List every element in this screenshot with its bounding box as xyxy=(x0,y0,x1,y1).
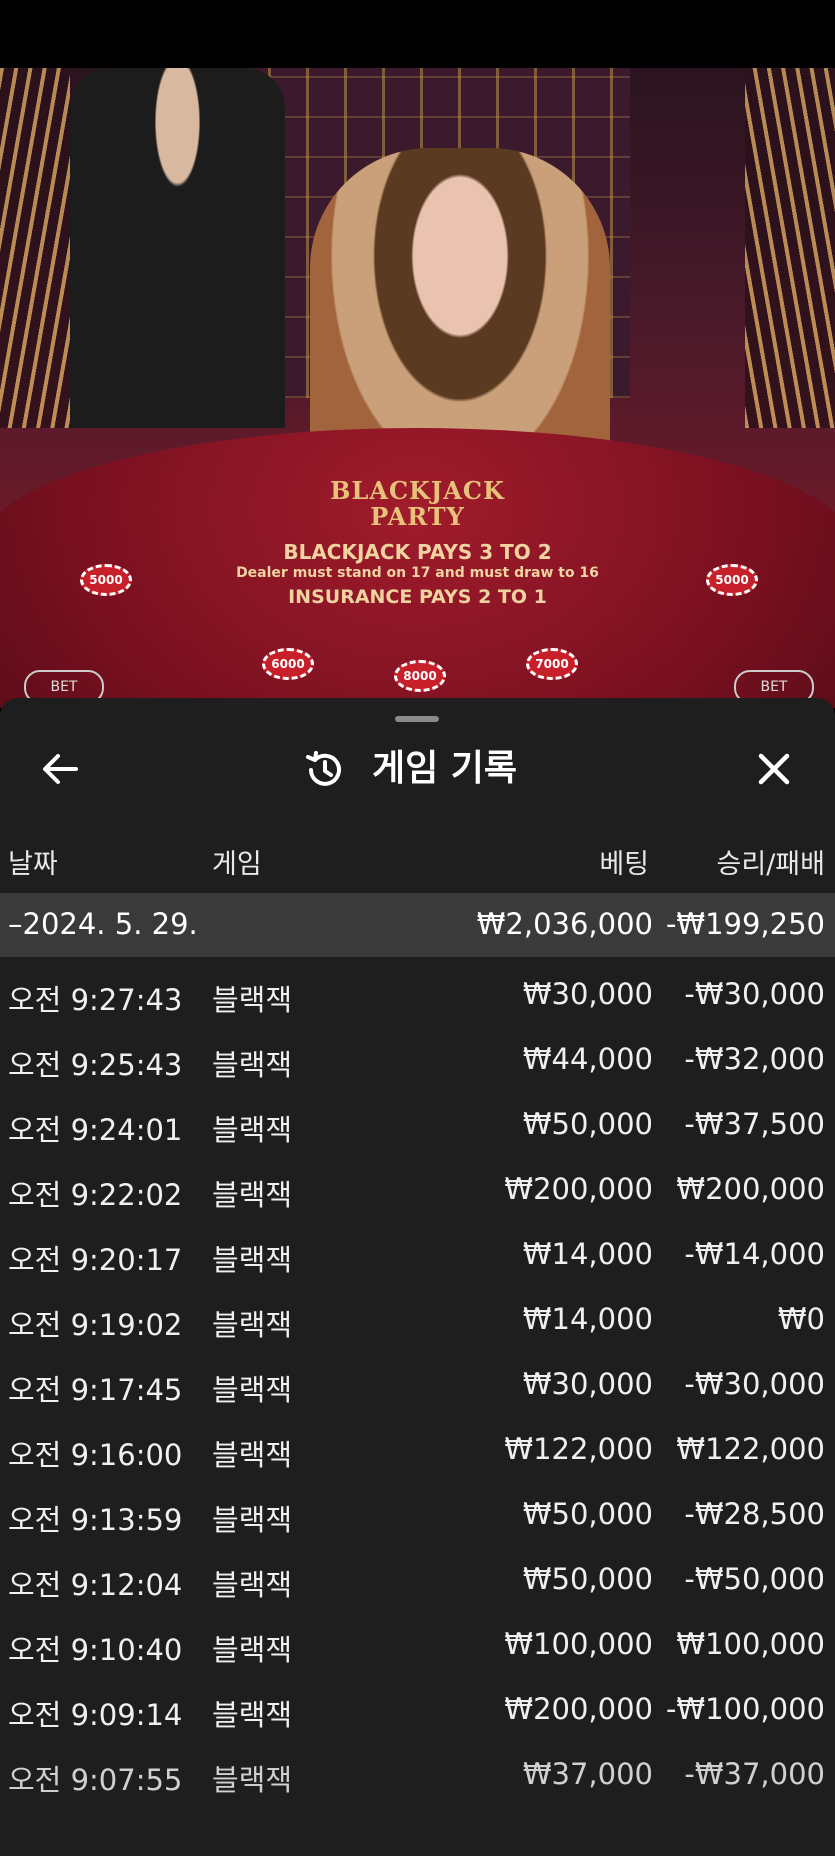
status-bar xyxy=(0,0,835,68)
row-game: 블랙잭 xyxy=(212,1048,293,1082)
history-list: 오전 9:27:43 블랙잭 ₩30,000 -₩30,000 오전 9:25:… xyxy=(0,963,835,1808)
row-time: 오전 9:12:04 xyxy=(8,1568,183,1602)
row-time: 오전 9:22:02 xyxy=(8,1178,183,1212)
row-game: 블랙잭 xyxy=(212,1113,293,1147)
row-game: 블랙잭 xyxy=(212,1633,293,1667)
table-row[interactable]: 오전 9:22:02 블랙잭 ₩200,000 ₩200,000 xyxy=(0,1158,835,1223)
row-bet: ₩14,000 xyxy=(522,1237,653,1271)
arrow-left-icon[interactable] xyxy=(38,747,82,791)
table-row[interactable]: 오전 9:20:17 블랙잭 ₩14,000 -₩14,000 xyxy=(0,1223,835,1288)
row-result: -₩14,000 xyxy=(684,1237,825,1271)
column-bet: 베팅 xyxy=(599,849,649,880)
row-result: -₩100,000 xyxy=(665,1692,825,1726)
row-bet: ₩37,000 xyxy=(522,1757,653,1791)
column-game: 게임 xyxy=(212,849,262,880)
row-bet: ₩50,000 xyxy=(522,1497,653,1531)
table-row[interactable]: 오전 9:07:55 블랙잭 ₩37,000 -₩37,000 xyxy=(0,1743,835,1808)
payout-text: BLACKJACK PAYS 3 TO 2 xyxy=(283,540,552,564)
chip-7000: 7000 xyxy=(526,648,578,680)
row-time: 오전 9:19:02 xyxy=(8,1308,183,1342)
table-row[interactable]: 오전 9:13:59 블랙잭 ₩50,000 -₩28,500 xyxy=(0,1483,835,1548)
table-logo: BLACKJACK PARTY xyxy=(330,476,505,531)
table-row[interactable]: 오전 9:16:00 블랙잭 ₩122,000 ₩122,000 xyxy=(0,1418,835,1483)
row-bet: ₩50,000 xyxy=(522,1107,653,1141)
date-group-total-result: -₩199,250 xyxy=(665,907,825,941)
row-bet: ₩30,000 xyxy=(522,977,653,1011)
table-row[interactable]: 오전 9:24:01 블랙잭 ₩50,000 -₩37,500 xyxy=(0,1093,835,1158)
column-headers: 날짜 게임 베팅 승리/패배 xyxy=(0,828,835,888)
history-clock-icon xyxy=(304,749,346,791)
page-title: 게임 기록 xyxy=(372,748,518,789)
chip-6000: 6000 xyxy=(262,648,314,680)
row-result: -₩50,000 xyxy=(684,1562,825,1596)
row-time: 오전 9:24:01 xyxy=(8,1113,183,1147)
row-bet: ₩200,000 xyxy=(504,1692,653,1726)
row-game: 블랙잭 xyxy=(212,1763,293,1797)
chip-8000: 8000 xyxy=(394,660,446,692)
table-row[interactable]: 오전 9:25:43 블랙잭 ₩44,000 -₩32,000 xyxy=(0,1028,835,1093)
date-group-row[interactable]: –2024. 5. 29. ₩2,036,000 -₩199,250 xyxy=(0,893,835,957)
chip-5000-right: 5000 xyxy=(706,564,758,596)
row-bet: ₩44,000 xyxy=(522,1042,653,1076)
row-game: 블랙잭 xyxy=(212,1503,293,1537)
row-time: 오전 9:09:14 xyxy=(8,1698,183,1732)
row-bet: ₩200,000 xyxy=(504,1172,653,1206)
row-time: 오전 9:07:55 xyxy=(8,1763,183,1797)
chip-5000-left: 5000 xyxy=(80,564,132,596)
column-result: 승리/패배 xyxy=(716,849,825,880)
row-bet: ₩50,000 xyxy=(522,1562,653,1596)
row-bet: ₩14,000 xyxy=(522,1302,653,1336)
row-time: 오전 9:10:40 xyxy=(8,1633,183,1667)
row-result: -₩32,000 xyxy=(684,1042,825,1076)
row-result: ₩200,000 xyxy=(676,1172,825,1206)
row-result: ₩100,000 xyxy=(676,1627,825,1661)
table-row[interactable]: 오전 9:12:04 블랙잭 ₩50,000 -₩50,000 xyxy=(0,1548,835,1613)
row-game: 블랙잭 xyxy=(212,1373,293,1407)
table-row[interactable]: 오전 9:17:45 블랙잭 ₩30,000 -₩30,000 xyxy=(0,1353,835,1418)
row-game: 블랙잭 xyxy=(212,1698,293,1732)
column-date: 날짜 xyxy=(8,849,58,880)
row-game: 블랙잭 xyxy=(212,1308,293,1342)
row-bet: ₩100,000 xyxy=(504,1627,653,1661)
row-result: -₩37,500 xyxy=(684,1107,825,1141)
light-pillar-right xyxy=(745,68,835,428)
row-result: -₩28,500 xyxy=(684,1497,825,1531)
drag-handle[interactable] xyxy=(395,716,439,722)
row-time: 오전 9:25:43 xyxy=(8,1048,183,1082)
table-row[interactable]: 오전 9:27:43 블랙잭 ₩30,000 -₩30,000 xyxy=(0,963,835,1028)
row-result: -₩30,000 xyxy=(684,977,825,1011)
row-game: 블랙잭 xyxy=(212,1438,293,1472)
table-row[interactable]: 오전 9:19:02 블랙잭 ₩14,000 ₩0 xyxy=(0,1288,835,1353)
close-x-icon[interactable] xyxy=(752,747,796,791)
row-game: 블랙잭 xyxy=(212,1178,293,1212)
light-pillar-left xyxy=(0,68,70,428)
row-result: ₩0 xyxy=(777,1302,825,1336)
row-time: 오전 9:13:59 xyxy=(8,1503,183,1537)
row-game: 블랙잭 xyxy=(212,1568,293,1602)
date-group-total-bet: ₩2,036,000 xyxy=(476,907,653,941)
row-result: ₩122,000 xyxy=(676,1432,825,1466)
date-group-label: –2024. 5. 29. xyxy=(8,907,198,941)
table-row[interactable]: 오전 9:09:14 블랙잭 ₩200,000 -₩100,000 xyxy=(0,1678,835,1743)
row-bet: ₩122,000 xyxy=(504,1432,653,1466)
row-game: 블랙잭 xyxy=(212,983,293,1017)
row-result: -₩37,000 xyxy=(684,1757,825,1791)
row-time: 오전 9:20:17 xyxy=(8,1243,183,1277)
table-row[interactable]: 오전 9:10:40 블랙잭 ₩100,000 ₩100,000 xyxy=(0,1613,835,1678)
live-video-feed: BLACKJACK PARTY BLACKJACK PAYS 3 TO 2 De… xyxy=(0,68,835,708)
row-result: -₩30,000 xyxy=(684,1367,825,1401)
row-time: 오전 9:17:45 xyxy=(8,1373,183,1407)
row-bet: ₩30,000 xyxy=(522,1367,653,1401)
panel-header: 게임 기록 xyxy=(0,735,835,805)
row-game: 블랙잭 xyxy=(212,1243,293,1277)
row-time: 오전 9:27:43 xyxy=(8,983,183,1017)
shuffler-dealer xyxy=(70,68,285,428)
row-time: 오전 9:16:00 xyxy=(8,1438,183,1472)
